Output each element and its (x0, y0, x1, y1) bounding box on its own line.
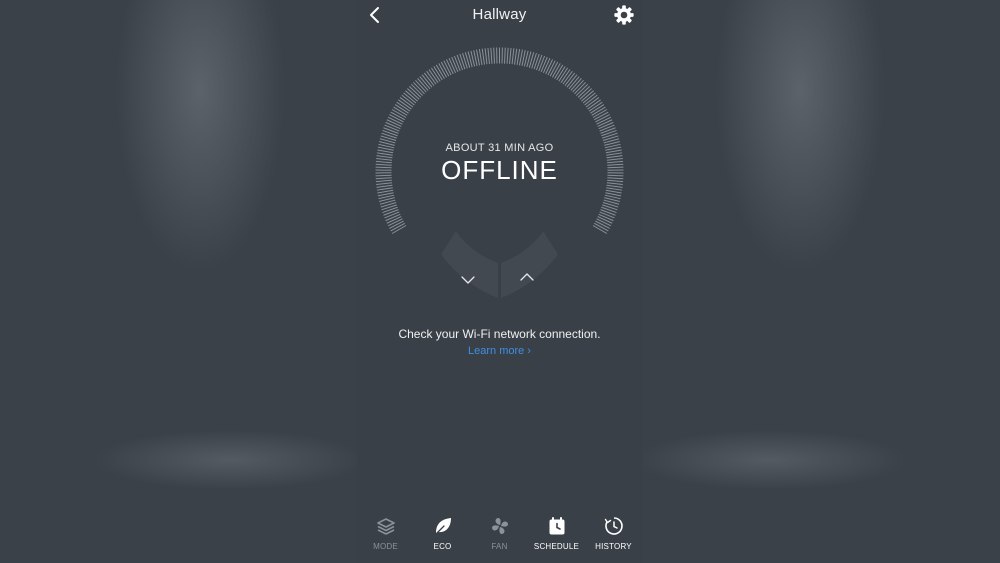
dial-tick (535, 54, 543, 71)
connection-message: Check your Wi-Fi network connection. (398, 327, 601, 341)
dial-tick (493, 47, 495, 64)
dial-tick (598, 121, 614, 130)
tab-fan-label: FAN (491, 542, 508, 551)
history-icon (604, 517, 623, 535)
dial-tick (601, 206, 617, 214)
dial-tick (459, 53, 466, 70)
dial-tick (538, 55, 546, 72)
dial-tick (383, 127, 399, 134)
temp-up-button[interactable] (501, 231, 558, 298)
dial-tick (516, 49, 521, 66)
dial-tick (605, 189, 622, 194)
dial-tick (448, 58, 457, 74)
dial-tick (533, 53, 540, 70)
dial-tick (599, 124, 615, 132)
tab-history[interactable]: HISTORY (586, 511, 642, 563)
dial-tick (601, 129, 617, 137)
top-bar: Hallway (357, 0, 642, 30)
dial-tick (456, 54, 464, 71)
dial-tick (518, 49, 523, 66)
tab-fan[interactable]: FAN (472, 511, 528, 563)
dial-tick (382, 129, 398, 137)
dial-tick (384, 124, 400, 132)
leaf-icon (434, 518, 451, 535)
dial-tick (600, 127, 616, 134)
fan-icon (491, 518, 508, 534)
offline-status: OFFLINE (441, 155, 558, 185)
dial-tick (506, 47, 509, 64)
dial-tick (509, 47, 512, 65)
dial-tick (451, 56, 459, 73)
dial-tick (600, 209, 616, 216)
dial-tick (453, 55, 461, 72)
dial-tick (385, 213, 401, 222)
thermostat-screen: Hallway ABOUT 31 MIN AGO OFFLINE Check y… (357, 0, 642, 563)
dial-tick (383, 209, 399, 216)
last-seen-text: ABOUT 31 MIN AGO (445, 142, 554, 154)
tab-schedule-label: SCHEDULE (533, 542, 580, 551)
temp-down-button[interactable] (441, 231, 498, 298)
dial-tick (376, 187, 393, 191)
dial-tick (478, 49, 483, 66)
dial-tick (385, 121, 401, 130)
tab-history-label: HISTORY (595, 542, 632, 551)
dial-tick (484, 48, 488, 65)
dial-tick (476, 49, 481, 66)
dial-tick (514, 48, 518, 65)
dial-tick (598, 213, 614, 222)
tab-mode[interactable]: MODE (358, 511, 414, 563)
dial-tick (377, 189, 394, 194)
dial-tick (481, 48, 485, 65)
gear-icon[interactable] (613, 4, 635, 26)
tab-eco[interactable]: ECO (415, 511, 471, 563)
bottom-tab-bar: MODE ECO FAN SCHEDULE HISTORY (357, 511, 642, 563)
page-title: Hallway (472, 6, 527, 23)
layers-icon (376, 518, 395, 535)
dial-tick (542, 58, 551, 74)
dial-tick (599, 211, 615, 219)
tab-eco-label: ECO (433, 542, 452, 551)
dial-tick (490, 47, 493, 64)
calendar-clock-icon (549, 517, 564, 535)
dial-tick (487, 47, 490, 65)
dial-status: ABOUT 31 MIN AGO OFFLINE (357, 142, 642, 186)
dial-tick (511, 48, 515, 65)
learn-more-link[interactable]: Learn more › (357, 345, 642, 357)
dial-tick (504, 47, 506, 64)
dial-tick (384, 211, 400, 219)
dial-tick (540, 56, 548, 73)
tab-schedule[interactable]: SCHEDULE (529, 511, 585, 563)
dial-tick (382, 206, 398, 214)
tab-mode-label: MODE (373, 542, 398, 551)
dial-tick (606, 187, 623, 191)
